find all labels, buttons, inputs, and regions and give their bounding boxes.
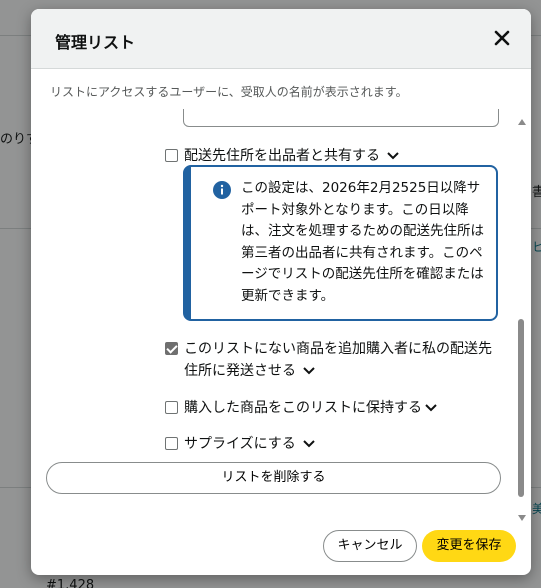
dialog-scroll-area[interactable]: 配送先住所を出品者と共有する この設定は、2026年2月2525日以降サポート対… <box>31 109 531 514</box>
chevron-down-icon[interactable] <box>302 439 316 449</box>
option-allow-unlisted[interactable]: このリストにない商品を追加購入者に私の配送先住所に発送させる <box>165 338 495 382</box>
chevron-down-icon[interactable] <box>386 151 400 161</box>
surprise-label: サプライズにする <box>184 436 296 452</box>
surprise-checkbox[interactable] <box>165 437 178 450</box>
chevron-down-icon[interactable] <box>302 366 316 376</box>
allow-unlisted-label: このリストにない商品を追加購入者に私の配送先住所に発送させる <box>184 341 492 379</box>
scroll-down-arrow[interactable] <box>518 515 526 521</box>
option-surprise[interactable]: サプライズにする <box>165 433 316 455</box>
save-changes-button[interactable]: 変更を保存 <box>422 530 516 562</box>
keep-purchased-checkbox[interactable] <box>165 401 178 414</box>
option-keep-purchased[interactable]: 購入した商品をこのリストに保持する <box>165 397 438 419</box>
dialog-subtitle: リストにアクセスするユーザーに、受取人の名前が表示されます。 <box>50 85 408 99</box>
scroll-up-arrow[interactable] <box>518 119 526 125</box>
dialog-title: 管理リスト <box>55 33 136 52</box>
scrollbar-thumb[interactable] <box>518 319 524 497</box>
chevron-down-icon[interactable] <box>424 403 438 413</box>
keep-purchased-label: 購入した商品をこのリストに保持する <box>184 400 422 416</box>
close-icon[interactable] <box>493 29 511 47</box>
manage-list-dialog: 管理リスト リストにアクセスするユーザーに、受取人の名前が表示されます。 配送先… <box>31 9 531 575</box>
list-name-input[interactable] <box>183 109 499 127</box>
share-address-label: 配送先住所を出品者と共有する <box>184 148 380 164</box>
allow-unlisted-checkbox[interactable] <box>165 342 178 355</box>
info-alert: この設定は、2026年2月2525日以降サポート対象外となります。この日以降は、… <box>183 165 498 321</box>
option-share-address[interactable]: 配送先住所を出品者と共有する <box>165 145 400 167</box>
delete-list-button[interactable]: リストを削除する <box>46 462 501 494</box>
cancel-button[interactable]: キャンセル <box>323 530 417 562</box>
dialog-scrollbar[interactable] <box>516 119 526 521</box>
info-icon <box>213 181 231 199</box>
share-address-checkbox[interactable] <box>165 149 178 162</box>
dialog-header: 管理リスト <box>31 9 531 69</box>
info-alert-text: この設定は、2026年2月2525日以降サポート対象外となります。この日以降は、… <box>241 180 484 304</box>
